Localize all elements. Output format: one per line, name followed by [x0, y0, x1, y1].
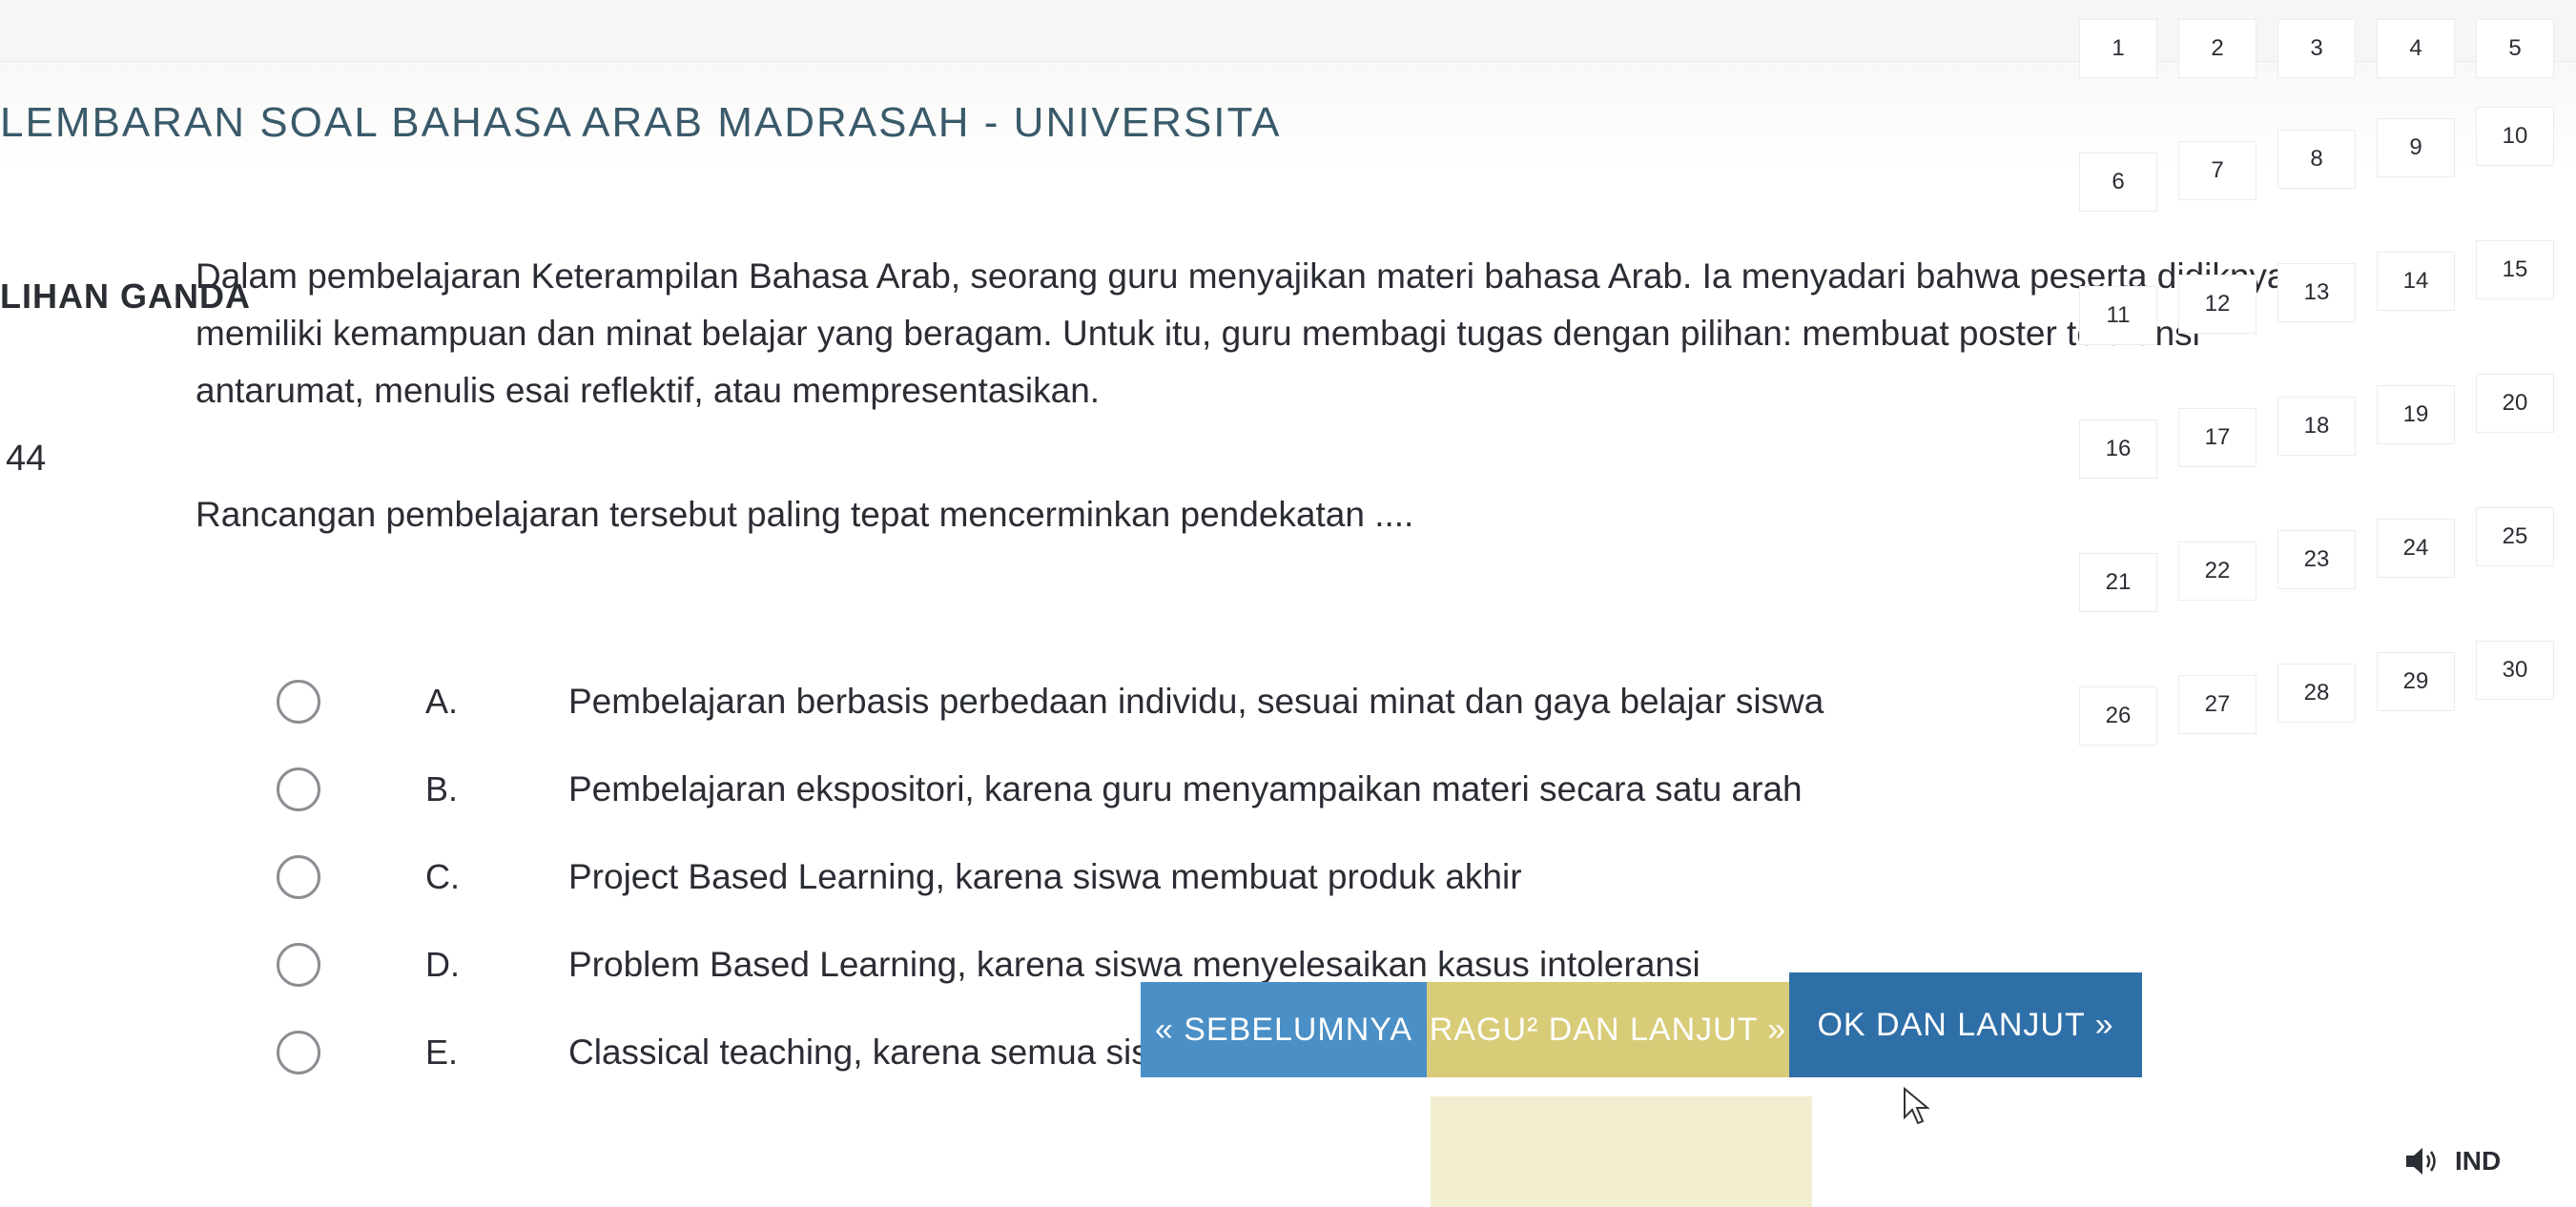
question-number-cell[interactable]: 27 — [2178, 675, 2257, 734]
previous-button[interactable]: « SEBELUMNYA — [1141, 982, 1427, 1077]
question-number-cell[interactable]: 3 — [2277, 19, 2356, 78]
option-letter: E. — [425, 1033, 459, 1072]
question-number-cell[interactable]: 30 — [2476, 641, 2554, 700]
option-a[interactable]: A. Pembelajaran berbasis perbedaan indiv… — [277, 658, 1898, 746]
question-prompt: Rancangan pembelajaran tersebut paling t… — [196, 495, 1414, 534]
question-number-cell[interactable]: 14 — [2377, 252, 2455, 311]
option-letter: B. — [425, 769, 459, 808]
question-number-cell[interactable]: 29 — [2377, 652, 2455, 711]
question-number-cell[interactable]: 4 — [2377, 19, 2455, 78]
question-number-cell[interactable]: 13 — [2277, 263, 2356, 322]
question-number-cell[interactable]: 12 — [2178, 275, 2257, 334]
question-text: Dalam pembelajaran Keterampilan Bahasa A… — [196, 248, 2287, 543]
option-text: Pembelajaran ekspositori, karena guru me… — [568, 769, 1803, 808]
radio-button[interactable] — [277, 680, 320, 724]
question-number-cell[interactable]: 25 — [2476, 507, 2554, 566]
question-number-cell[interactable]: 17 — [2178, 408, 2257, 467]
question-number-cell[interactable]: 24 — [2377, 519, 2455, 578]
question-number-cell[interactable]: 26 — [2079, 686, 2157, 746]
option-c[interactable]: C. Project Based Learning, karena siswa … — [277, 833, 1898, 921]
option-letter: C. — [425, 857, 460, 896]
radio-button[interactable] — [277, 855, 320, 899]
question-number-cell[interactable]: 16 — [2079, 419, 2157, 479]
radio-button[interactable] — [277, 943, 320, 987]
question-number-cell[interactable]: 7 — [2178, 141, 2257, 200]
navigation-buttons: « SEBELUMNYA RAGU² DAN LANJUT » OK DAN L… — [1141, 963, 2142, 1077]
option-b[interactable]: B. Pembelajaran ekspositori, karena guru… — [277, 746, 1898, 833]
question-number-cell[interactable]: 2 — [2178, 19, 2257, 78]
question-number-cell[interactable]: 10 — [2476, 107, 2554, 166]
question-number-cell[interactable]: 8 — [2277, 130, 2356, 189]
question-number-cell[interactable]: 21 — [2079, 553, 2157, 612]
question-line-2: memiliki kemampuan dan minat belajar yan… — [196, 314, 2200, 353]
option-letter: A. — [425, 682, 459, 721]
exam-page: LEMBARAN SOAL BAHASA ARAB MADRASAH - UNI… — [0, 0, 2576, 1207]
question-number-cell[interactable]: 23 — [2277, 530, 2356, 589]
question-line-3: antarumat, menulis esai reflektif, atau … — [196, 371, 1101, 410]
speaker-icon[interactable] — [2403, 1144, 2442, 1178]
option-text: Project Based Learning, karena siswa mem… — [568, 857, 1522, 896]
option-text: Pembelajaran berbasis perbedaan individu… — [568, 682, 1824, 721]
doubt-next-button[interactable]: RAGU² DAN LANJUT » — [1427, 982, 1789, 1077]
question-number-cell[interactable]: 6 — [2079, 153, 2157, 212]
ok-next-button[interactable]: OK DAN LANJUT » — [1789, 972, 2142, 1077]
mouse-cursor-icon — [1904, 1087, 1930, 1125]
question-number-cell[interactable]: 28 — [2277, 664, 2356, 723]
question-number-cell[interactable]: 15 — [2476, 240, 2554, 299]
question-number-cell[interactable]: 22 — [2178, 542, 2257, 601]
question-number-cell[interactable]: 1 — [2079, 19, 2157, 78]
question-number-cell[interactable]: 20 — [2476, 374, 2554, 433]
footer-panel — [1431, 1096, 1812, 1207]
question-number-cell[interactable]: 11 — [2079, 286, 2157, 345]
question-number: 44 — [6, 439, 47, 479]
question-number-cell[interactable]: 18 — [2277, 397, 2356, 456]
language-selector[interactable]: IND — [2403, 1144, 2501, 1178]
option-letter: D. — [425, 945, 460, 984]
question-number-cell[interactable]: 19 — [2377, 385, 2455, 444]
language-code: IND — [2455, 1146, 2502, 1176]
exam-title: LEMBARAN SOAL BAHASA ARAB MADRASAH - UNI… — [0, 99, 1282, 146]
radio-button[interactable] — [277, 1031, 320, 1074]
radio-button[interactable] — [277, 767, 320, 811]
question-number-cell[interactable]: 5 — [2476, 19, 2554, 78]
question-number-cell[interactable]: 9 — [2377, 118, 2455, 177]
question-line-1: Dalam pembelajaran Keterampilan Bahasa A… — [196, 256, 2287, 296]
